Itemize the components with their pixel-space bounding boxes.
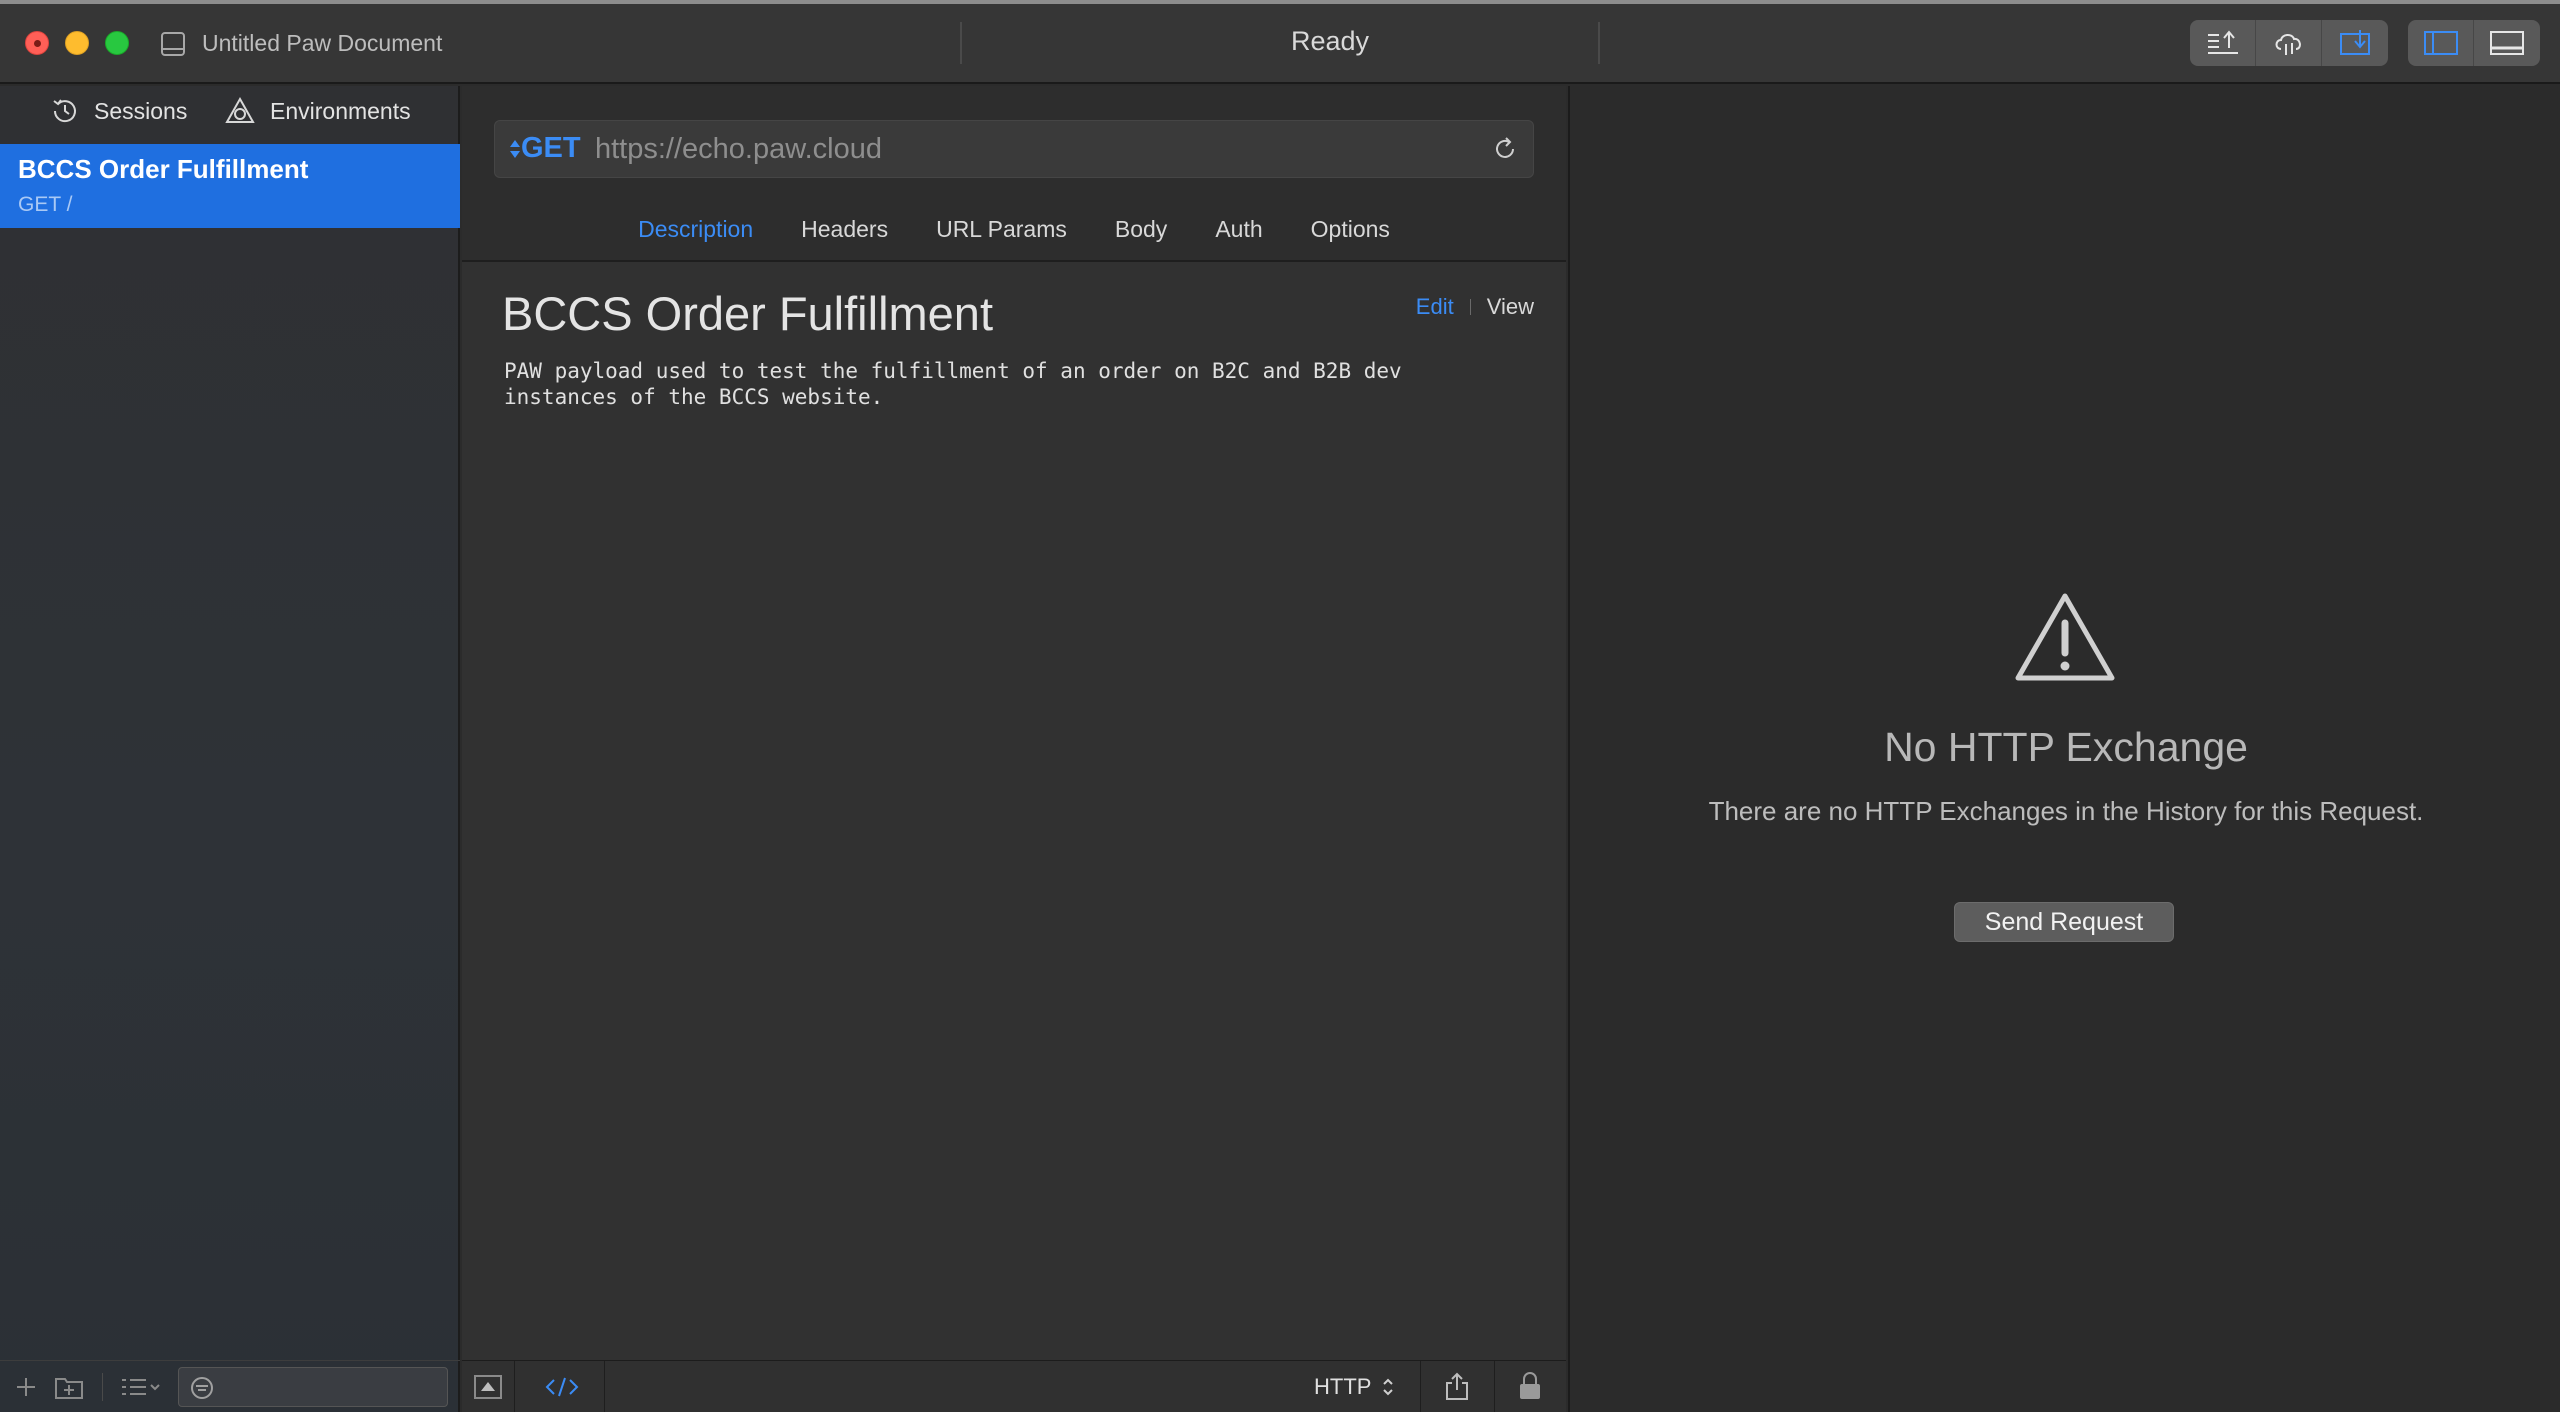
expand-up-icon[interactable] xyxy=(474,1375,502,1399)
sidebar-toggle-icon xyxy=(2423,31,2458,55)
view-button[interactable]: View xyxy=(1487,294,1534,320)
description-title: BCCS Order Fulfillment xyxy=(502,287,993,340)
bottom-panel-toggle-icon xyxy=(2490,31,2524,55)
close-window-button[interactable] xyxy=(25,31,49,55)
add-group-icon[interactable] xyxy=(54,1373,84,1401)
request-list-item[interactable]: BCCS Order Fulfillment GET / xyxy=(0,144,460,228)
method-selector[interactable]: GET xyxy=(509,132,581,165)
up-down-arrows-icon xyxy=(510,139,520,158)
document-icon xyxy=(161,32,185,56)
import-button[interactable] xyxy=(2322,20,2388,66)
url-bar: GET xyxy=(494,120,1534,178)
tab-options[interactable]: Options xyxy=(1311,216,1390,243)
cloud-sync-icon xyxy=(2275,34,2301,55)
cloud-sync-button[interactable] xyxy=(2256,20,2322,66)
empty-state-message: There are no HTTP Exchanges in the Histo… xyxy=(1708,796,2424,826)
tab-environments[interactable]: Environments xyxy=(224,96,411,126)
empty-state-title: No HTTP Exchange xyxy=(1884,724,2248,770)
request-tabs: Description Headers URL Params Body Auth… xyxy=(462,216,1566,243)
share-icon[interactable] xyxy=(1444,1371,1470,1401)
code-generator-icon[interactable] xyxy=(544,1375,580,1399)
protocol-selector[interactable]: HTTP xyxy=(1314,1374,1395,1400)
document-title: Untitled Paw Document xyxy=(202,30,443,56)
sidebar-footer xyxy=(0,1360,460,1412)
request-footer: HTTP xyxy=(462,1360,1566,1412)
tab-environments-label: Environments xyxy=(270,97,411,124)
tab-sessions-label: Sessions xyxy=(94,97,188,124)
environments-icon xyxy=(225,96,255,123)
send-request-button[interactable]: Send Request xyxy=(1954,902,2174,942)
export-icon xyxy=(2207,30,2238,54)
toggle-sidebar-button[interactable] xyxy=(2408,20,2474,66)
toolbar-group-actions xyxy=(2190,20,2388,66)
request-name: BCCS Order Fulfillment xyxy=(18,154,309,184)
warning-icon xyxy=(2015,593,2115,681)
toggle-bottom-panel-button[interactable] xyxy=(2474,20,2540,66)
edit-button[interactable]: Edit xyxy=(1416,294,1454,320)
response-pane: No HTTP Exchange There are no HTTP Excha… xyxy=(1568,86,2560,1412)
status-text: Ready xyxy=(1290,26,1370,56)
request-method-path: GET / xyxy=(18,193,73,216)
app-window: Untitled Paw Document Ready Sessions Env… xyxy=(0,0,2560,1412)
export-button[interactable] xyxy=(2190,20,2256,66)
request-header: GET Description Headers URL Params Body … xyxy=(462,86,1566,262)
url-input[interactable] xyxy=(595,133,1455,166)
toolbar-group-layout xyxy=(2408,20,2540,66)
import-icon xyxy=(2340,30,2370,55)
tab-headers[interactable]: Headers xyxy=(801,216,888,243)
up-down-chevron-icon xyxy=(1383,1378,1394,1396)
lock-icon[interactable] xyxy=(1518,1371,1542,1401)
description-body: PAW payload used to test the fulfillment… xyxy=(504,359,1402,409)
tab-url-params[interactable]: URL Params xyxy=(936,216,1067,243)
history-clock-icon xyxy=(53,99,76,123)
edit-view-toggle: Edit View xyxy=(1416,294,1534,320)
title-bar: Untitled Paw Document Ready xyxy=(0,0,2560,84)
request-editor: GET Description Headers URL Params Body … xyxy=(462,86,1566,1412)
method-label: GET xyxy=(521,132,581,164)
minimize-window-button[interactable] xyxy=(65,31,89,55)
protocol-label: HTTP xyxy=(1314,1374,1372,1399)
tab-auth[interactable]: Auth xyxy=(1215,216,1262,243)
sidebar: Sessions Environments BCCS Order Fulfill… xyxy=(0,86,460,1412)
refresh-icon[interactable] xyxy=(1491,135,1519,163)
sort-options-icon[interactable] xyxy=(118,1375,164,1399)
tab-description[interactable]: Description xyxy=(638,216,753,243)
sidebar-tabs: Sessions Environments xyxy=(0,86,460,144)
sidebar-search-field[interactable] xyxy=(178,1367,448,1407)
tab-sessions[interactable]: Sessions xyxy=(50,96,187,126)
tab-body[interactable]: Body xyxy=(1115,216,1167,243)
filter-icon xyxy=(191,1377,213,1399)
zoom-window-button[interactable] xyxy=(105,31,129,55)
add-icon[interactable] xyxy=(14,1375,38,1399)
